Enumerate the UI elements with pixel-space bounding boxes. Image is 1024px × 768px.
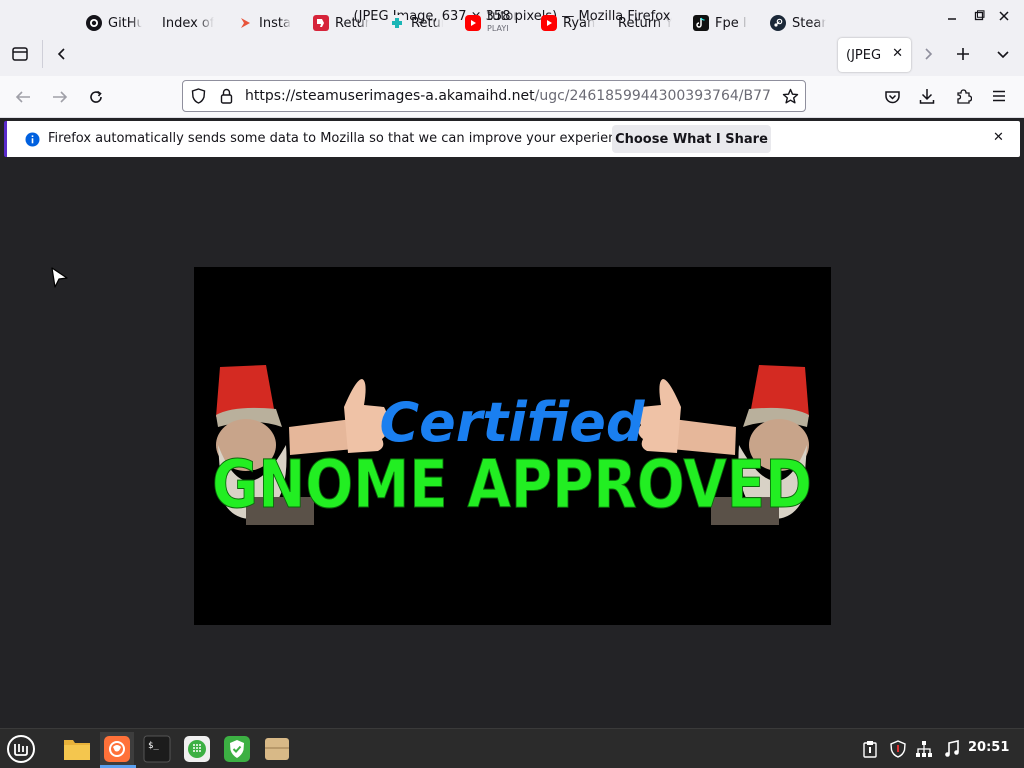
tab-scroll-right-icon[interactable]	[918, 44, 938, 64]
list-all-tabs-icon[interactable]	[993, 44, 1013, 64]
new-tab-icon[interactable]	[953, 44, 973, 64]
left-thumbs-up-graphic	[289, 379, 387, 455]
window-close-icon[interactable]	[994, 6, 1014, 26]
tracking-protection-shield-icon[interactable]	[189, 87, 207, 105]
terminal-icon[interactable]: $_	[140, 732, 174, 766]
url-bar[interactable]: https://steamuserimages-a.akamaihd.net/u…	[182, 80, 806, 112]
displayed-image[interactable]: Certified GNOME APPROVED	[194, 267, 831, 625]
security-shield-icon[interactable]	[886, 732, 910, 766]
mint-menu-icon[interactable]	[4, 732, 38, 766]
url-text[interactable]: https://steamuserimages-a.akamaihd.net/u…	[245, 88, 770, 104]
back-icon[interactable]	[13, 87, 33, 107]
tab-close-icon[interactable]: ✕	[892, 46, 903, 61]
network-icon[interactable]	[912, 732, 936, 766]
tab-divider	[42, 40, 43, 68]
tab-label: Return Y	[618, 15, 672, 31]
youtube-icon	[541, 15, 557, 31]
tab-fpe[interactable]: Fpe I	[693, 9, 747, 37]
tab-steam[interactable]: Steam	[770, 9, 826, 37]
tab-return-y[interactable]: Return Y	[618, 9, 672, 37]
tab-label: GitHub	[108, 15, 142, 31]
clipboard-applet-icon[interactable]	[858, 732, 882, 766]
notification-message: Firefox automatically sends some data to…	[48, 131, 636, 146]
maximize-icon[interactable]	[969, 6, 989, 26]
system-taskbar: $_ 20:51	[0, 728, 1024, 768]
downloads-icon[interactable]	[917, 86, 937, 106]
tab-github[interactable]: GitHub	[86, 9, 142, 37]
application-menu-icon[interactable]	[989, 86, 1009, 106]
tab-return-dislike[interactable]: Return	[313, 9, 369, 37]
firefox-view-icon[interactable]	[10, 44, 30, 64]
tab-return-puzzle[interactable]: Return	[389, 9, 443, 37]
firefox-taskbar-icon[interactable]	[100, 732, 134, 766]
lock-icon[interactable]	[217, 87, 235, 105]
reload-icon[interactable]	[86, 87, 106, 107]
notification-close-icon[interactable]: ✕	[993, 130, 1004, 145]
forward-icon[interactable]	[50, 87, 70, 107]
tab-label: Fpe I	[715, 15, 747, 31]
file-manager-icon[interactable]	[60, 732, 94, 766]
calculator-app-icon[interactable]	[180, 732, 214, 766]
tab-index-of[interactable]: Index of	[162, 9, 214, 37]
tab-label: Insta	[259, 15, 291, 31]
taskbar-clock[interactable]: 20:51	[968, 740, 1009, 755]
tab-label: Steam	[792, 15, 826, 31]
bookmark-star-icon[interactable]	[781, 87, 799, 105]
minimize-icon[interactable]	[942, 6, 962, 26]
update-manager-shield-icon[interactable]	[220, 732, 254, 766]
tab-ryan[interactable]: Ryan	[541, 9, 595, 37]
gnome-approved-text: GNOME APPROVED	[212, 446, 812, 523]
extensions-icon[interactable]	[954, 86, 974, 106]
tab-scroll-left-icon[interactable]	[52, 44, 72, 64]
tab-label: Return	[411, 15, 443, 31]
info-icon	[24, 131, 40, 147]
pocket-icon[interactable]	[882, 87, 902, 107]
tab-label: Ryan	[563, 15, 595, 31]
data-collection-notification: Firefox automatically sends some data to…	[4, 121, 1020, 157]
tab-active-jpeg[interactable]: (JPEG ✕	[838, 38, 911, 72]
tab-label: tutor	[487, 11, 519, 23]
url-host: https://steamuserimages-a.akamaihd.net	[245, 88, 535, 104]
puzzle-icon	[389, 15, 405, 31]
tiktok-icon	[693, 15, 709, 31]
tab-label: (JPEG	[846, 47, 882, 63]
dislike-icon	[313, 15, 329, 31]
tab-sublabel: PLAYI	[487, 24, 509, 33]
github-icon	[86, 15, 102, 31]
youtube-icon	[465, 15, 481, 31]
archive-manager-icon[interactable]	[260, 732, 294, 766]
instaloader-icon	[237, 15, 253, 31]
right-thumbs-up-graphic	[638, 379, 736, 455]
choose-what-i-share-button[interactable]: Choose What I Share	[612, 125, 771, 153]
tab-tutor[interactable]: tutor PLAYI	[465, 7, 521, 39]
url-path: /ugc/2461859944300393764/B771DFEA3C	[534, 88, 770, 104]
tab-label: Return	[335, 15, 369, 31]
tab-label: Index of	[162, 15, 214, 31]
steam-icon	[770, 15, 786, 31]
certified-text: Certified	[380, 391, 646, 454]
sound-music-icon[interactable]	[940, 732, 964, 766]
tab-insta[interactable]: Insta	[237, 9, 291, 37]
svg-text:$_: $_	[148, 741, 159, 751]
mouse-cursor-icon	[50, 266, 70, 290]
